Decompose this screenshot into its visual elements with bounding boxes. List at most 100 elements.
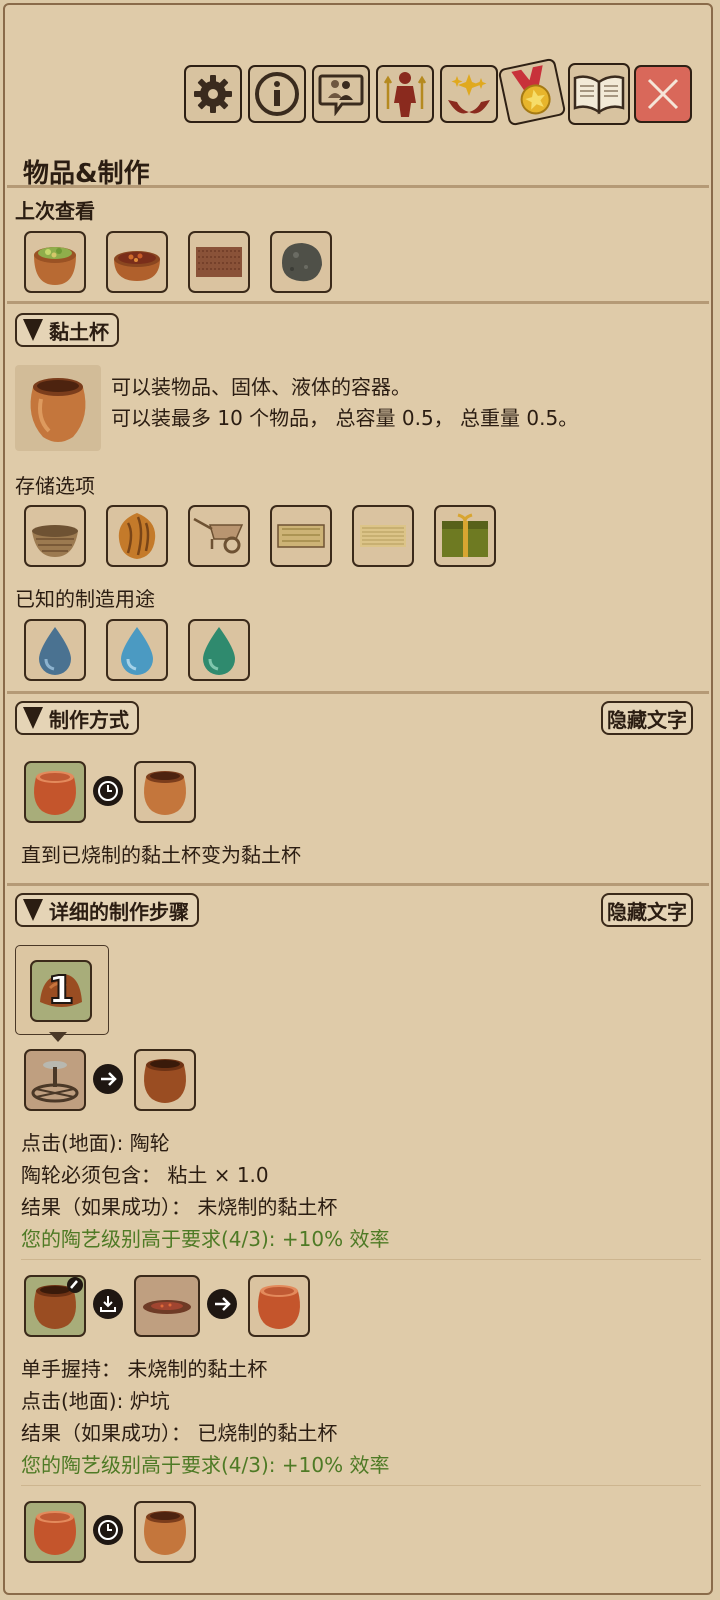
use-item-green[interactable] [188,619,250,681]
step2-line2: 点击(地面): 炉坑 [21,1389,170,1413]
step1-output-unfired-cup[interactable] [134,1049,196,1111]
requirement-tooltip: 1 [15,945,109,1042]
hide-text-button[interactable]: 隐藏文字 [601,893,693,927]
clay-cup-icon [144,771,186,815]
divider [7,185,709,188]
bowl-of-vegetables-icon [34,247,76,285]
craft-output-clay-cup[interactable] [134,761,196,823]
uses-label: 已知的制造用途 [15,587,155,611]
gear-icon [194,75,232,113]
step1-line3: 结果（如果成功）： 未烧制的黏土杯 [21,1195,338,1219]
mat-icon [277,524,325,548]
close-icon [647,78,679,110]
app-window: 物品&制作 上次查看 黏土杯 可以装物品、固体、液体的容器。 可以装最多 10 … [3,3,713,1595]
clay-cup-icon [144,1511,186,1555]
book-button[interactable] [568,63,630,125]
storage-label: 存储选项 [15,474,95,498]
fired-clay-cup-icon [34,1511,76,1555]
craft-method-header: 制作方式 [49,707,129,732]
step2-held-unfired-cup[interactable] [24,1275,86,1337]
book-icon [573,75,625,115]
clock-icon [93,776,123,806]
stone-icon [282,243,322,282]
sparkle-hands-icon [448,74,490,114]
hide-text-button[interactable]: 隐藏文字 [601,701,693,735]
unfired-clay-cup-icon [34,1277,83,1329]
info-button[interactable] [248,65,306,123]
divider [7,691,709,694]
green-drop-icon [203,627,235,675]
item-name: 黏土杯 [49,319,109,344]
toolbar: 物品&制作 [5,5,711,193]
step-divider [21,1259,701,1260]
close-button[interactable] [634,65,692,123]
basket-icon [32,525,78,557]
clay-cup-icon [30,378,86,442]
skills-button[interactable] [440,65,498,123]
arrow-right-icon [207,1289,237,1319]
recent-item-pot[interactable] [106,231,168,293]
collapse-triangle-icon [23,319,43,341]
storage-item-sack[interactable] [106,505,168,567]
fire-pit-target[interactable] [134,1275,200,1337]
recent-item-bowl[interactable] [24,231,86,293]
clock-icon [93,1515,123,1545]
settings-button[interactable] [184,65,242,123]
step2-line1: 单手握持： 未烧制的黏土杯 [21,1357,268,1381]
collapse-triangle-icon [23,707,43,729]
craft-method-toggle[interactable]: 制作方式 [15,701,139,735]
storage-item-basket[interactable] [24,505,86,567]
divider [7,883,709,886]
step-divider [21,1485,701,1486]
drop-into-icon [93,1289,123,1319]
craft-method-section: 制作方式 隐藏文字 直到已烧制的黏土杯变为黏土杯 [7,697,709,883]
collapse-triangle-icon [23,899,43,921]
arrow-right-icon [93,1064,123,1094]
sack-icon [118,513,156,559]
recent-label: 上次查看 [15,199,95,223]
item-desc-line2: 可以装最多 10 个物品， 总容量 0.5， 总重量 0.5。 [111,406,579,430]
step1-line2: 陶轮必须包含： 粘土 × 1.0 [21,1163,269,1187]
craft-input-fired-cup[interactable] [24,761,86,823]
chat-people-icon [318,74,364,116]
pottery-wheel-icon [31,1061,79,1103]
info-icon [255,72,299,116]
achievements-button[interactable] [497,57,567,127]
item-image [15,365,101,451]
social-button[interactable] [312,65,370,123]
step2-efficiency: 您的陶艺级别高于要求(4/3): +10% 效率 [21,1453,390,1477]
storage-item-mat[interactable] [270,505,332,567]
clay-ingredient[interactable]: 1 [30,960,92,1022]
water-drop-icon [121,627,153,675]
straw-mat-icon [360,525,406,547]
dark-water-drop-icon [39,627,71,675]
storage-item-gift-box[interactable] [434,505,496,567]
divider [7,301,709,304]
pottery-wheel-tool[interactable] [24,1049,86,1111]
item-name-toggle[interactable]: 黏土杯 [15,313,119,347]
recent-item-stone[interactable] [270,231,332,293]
ingredient-count: 1 [47,967,75,1013]
fire-pit-icon [143,1300,191,1314]
gift-box-icon [442,513,488,557]
wheelbarrow-icon [193,517,244,554]
step2-output-fired-cup[interactable] [248,1275,310,1337]
use-item-dark-water[interactable] [24,619,86,681]
storage-item-wheelbarrow[interactable] [188,505,250,567]
detailed-steps-header: 详细的制作步骤 [49,899,189,924]
step3-output-clay-cup[interactable] [134,1501,196,1563]
step1-efficiency: 您的陶艺级别高于要求(4/3): +10% 效率 [21,1227,390,1251]
detailed-steps-section: 详细的制作步骤 隐藏文字 1 点击(地面): 陶轮 陶轮必须包含： 粘土 × 1… [7,889,709,1591]
use-item-water[interactable] [106,619,168,681]
recent-item-dirt[interactable] [188,231,250,293]
character-button[interactable] [376,65,434,123]
unfired-clay-cup-icon [144,1059,186,1103]
dirt-patch-icon [196,247,242,277]
step2-line3: 结果（如果成功）： 已烧制的黏土杯 [21,1421,338,1445]
detailed-steps-toggle[interactable]: 详细的制作步骤 [15,893,199,927]
character-icon [383,72,427,117]
pot-of-beans-icon [114,251,160,281]
recent-section: 上次查看 [7,191,709,299]
step3-input-fired-cup[interactable] [24,1501,86,1563]
storage-item-straw-mat[interactable] [352,505,414,567]
